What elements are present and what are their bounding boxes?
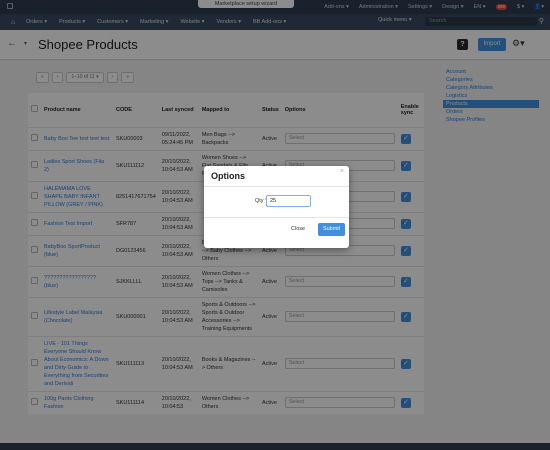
modal-body: Qty * 25 (204, 187, 349, 218)
options-modal: Options × Qty * 25 Close Submit (204, 166, 349, 248)
submit-button[interactable]: Submit (318, 223, 345, 236)
close-button[interactable]: Close (291, 226, 305, 232)
modal-title: Options (211, 171, 245, 181)
qty-input[interactable]: 25 (266, 195, 311, 207)
close-icon[interactable]: × (340, 168, 344, 175)
modal-header: Options × (204, 166, 349, 187)
